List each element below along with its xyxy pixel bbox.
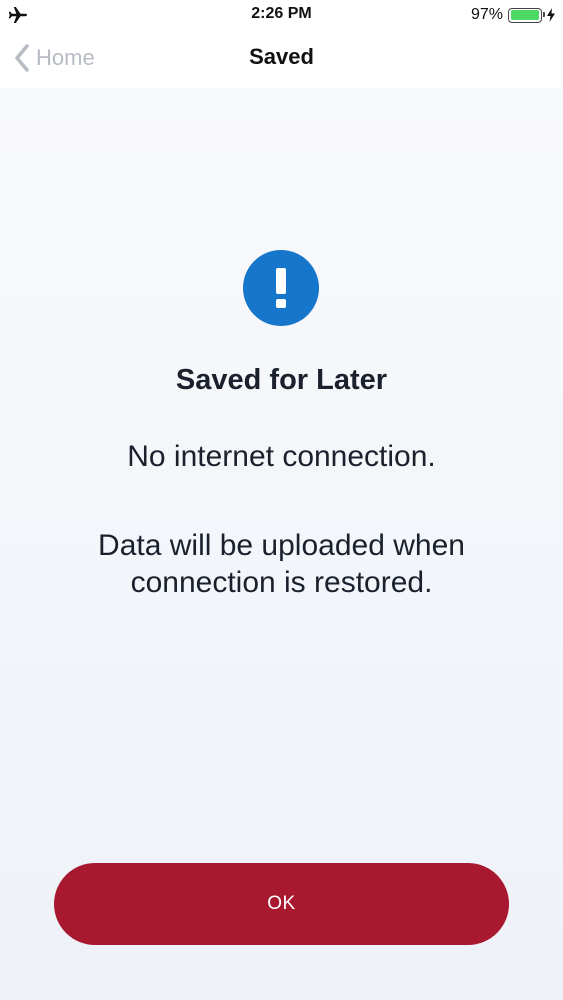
message-upload-later-line-2: connection is restored. xyxy=(130,566,433,599)
status-right-group: 97% xyxy=(471,5,555,25)
exclamation-bar xyxy=(276,268,286,294)
message-upload-later: Data will be uploaded when connection is… xyxy=(40,527,523,601)
battery-tip xyxy=(543,12,545,17)
battery-icon xyxy=(508,7,545,23)
exclamation-circle-icon xyxy=(243,250,319,326)
headline: Saved for Later xyxy=(175,364,388,396)
battery-fill xyxy=(510,10,539,20)
battery-percent: 97% xyxy=(470,6,503,23)
charging-bolt-icon xyxy=(547,8,555,22)
page-title: Saved xyxy=(249,44,314,69)
exclamation-dot xyxy=(276,299,286,308)
message-upload-later-line-1: Data will be uploaded when xyxy=(98,529,465,562)
ok-button[interactable]: OK xyxy=(54,863,509,945)
status-bar: 2:26 PM 97% xyxy=(0,0,563,30)
message-no-connection: No internet connection. xyxy=(127,440,436,473)
saved-message-panel: Saved for Later No internet connection. … xyxy=(0,88,563,1000)
navigation-bar: Home Saved xyxy=(0,30,563,88)
